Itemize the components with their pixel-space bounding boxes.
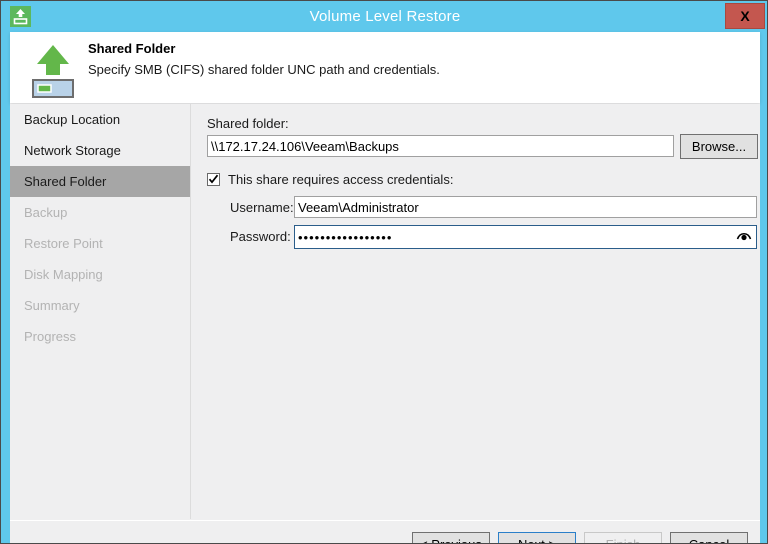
credentials-checkbox[interactable] bbox=[207, 173, 220, 186]
sidebar-item-label: Shared Folder bbox=[24, 174, 107, 189]
previous-button[interactable]: < Previous bbox=[412, 532, 490, 543]
next-button[interactable]: Next > bbox=[498, 532, 576, 543]
sidebar-item-label: Backup bbox=[24, 205, 68, 220]
sidebar-item-restore-point[interactable]: Restore Point bbox=[10, 228, 190, 259]
shared-folder-label: Shared folder: bbox=[207, 116, 289, 131]
sidebar-item-network-storage[interactable]: Network Storage bbox=[10, 135, 190, 166]
dialog-body: Shared Folder Specify SMB (CIFS) shared … bbox=[10, 32, 760, 543]
sidebar-item-summary[interactable]: Summary bbox=[10, 290, 190, 321]
sidebar-item-shared-folder[interactable]: Shared Folder bbox=[10, 166, 190, 197]
password-label: Password: bbox=[230, 229, 291, 244]
sidebar-item-label: Network Storage bbox=[24, 143, 121, 158]
shared-folder-form: Shared folder: Browse... This share requ… bbox=[191, 104, 760, 519]
eye-icon[interactable] bbox=[736, 228, 752, 243]
shared-folder-input[interactable] bbox=[207, 135, 674, 157]
sidebar-item-backup-location[interactable]: Backup Location bbox=[10, 104, 190, 135]
sidebar-item-progress[interactable]: Progress bbox=[10, 321, 190, 352]
sidebar-item-label: Summary bbox=[24, 298, 80, 313]
password-input[interactable] bbox=[294, 225, 757, 249]
wizard-header: Shared Folder Specify SMB (CIFS) shared … bbox=[10, 32, 760, 103]
username-label: Username: bbox=[230, 200, 294, 215]
page-description: Specify SMB (CIFS) shared folder UNC pat… bbox=[88, 62, 440, 77]
sidebar-item-backup[interactable]: Backup bbox=[10, 197, 190, 228]
sidebar-item-label: Restore Point bbox=[24, 236, 103, 251]
wizard-step-nav: Backup Location Network Storage Shared F… bbox=[10, 104, 191, 519]
username-input[interactable] bbox=[294, 196, 757, 218]
sidebar-item-disk-mapping[interactable]: Disk Mapping bbox=[10, 259, 190, 290]
sidebar-item-label: Backup Location bbox=[24, 112, 121, 127]
window-title: Volume Level Restore bbox=[309, 8, 461, 25]
dialog-footer: < Previous Next > Finish Cancel bbox=[10, 520, 760, 543]
title-bar[interactable]: Volume Level Restore X bbox=[1, 1, 767, 32]
credentials-checkbox-row[interactable]: This share requires access credentials: bbox=[207, 172, 453, 187]
green-up-arrow-drive-icon bbox=[22, 37, 84, 99]
finish-button: Finish bbox=[584, 532, 662, 543]
credentials-checkbox-label: This share requires access credentials: bbox=[228, 172, 454, 187]
volume-level-restore-dialog: Volume Level Restore X Shared Folder Spe… bbox=[0, 0, 768, 544]
sidebar-item-label: Progress bbox=[24, 329, 77, 344]
sidebar-item-label: Disk Mapping bbox=[24, 267, 103, 282]
page-title: Shared Folder bbox=[88, 41, 176, 56]
browse-button[interactable]: Browse... bbox=[680, 134, 758, 159]
password-field-wrap bbox=[294, 225, 757, 249]
cancel-button[interactable]: Cancel bbox=[670, 532, 748, 543]
close-icon[interactable]: X bbox=[725, 3, 765, 29]
